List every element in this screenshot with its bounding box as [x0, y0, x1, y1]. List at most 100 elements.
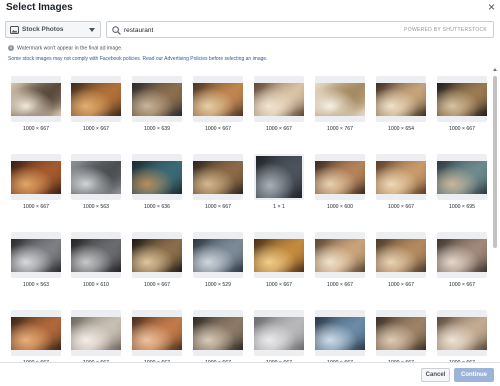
image-thumbnail-frame	[193, 310, 243, 356]
image-thumbnail-frame	[315, 310, 365, 356]
image-dimensions: 1000 × 667	[448, 126, 476, 132]
image-thumbnail-frame	[11, 154, 61, 200]
image-thumbnail-frame	[376, 232, 426, 278]
image-thumbnail	[437, 317, 487, 350]
image-thumbnail-frame	[254, 232, 304, 278]
image-thumbnail	[376, 317, 426, 350]
policy-notice[interactable]: Some stock images may not comply with Fa…	[8, 56, 268, 62]
image-thumbnail	[193, 317, 243, 350]
image-thumbnail-frame	[315, 76, 365, 122]
image-thumbnail	[376, 161, 426, 194]
scroll-up-icon[interactable]	[493, 68, 497, 71]
image-thumbnail-frame	[132, 232, 182, 278]
image-thumbnail	[254, 317, 304, 350]
continue-button[interactable]: Continue	[454, 368, 494, 382]
dialog-title: Select Images	[6, 2, 73, 13]
image-dimensions: 1000 × 654	[387, 126, 415, 132]
image-thumbnail	[11, 317, 61, 350]
image-grid: 1000 × 667 1000 × 667 1000 × 639 1000 × 667…	[0, 66, 492, 362]
watermark-notice: i Watermark won't appear in the final ad …	[8, 45, 122, 51]
dialog-header: Select Images ×	[0, 0, 500, 18]
image-dimensions: 1000 × 600	[326, 204, 354, 210]
image-thumbnail	[376, 239, 426, 272]
image-thumbnail-frame	[437, 232, 487, 278]
toolbar: Stock Photos POWERED BY SHUTTERSTOCK	[5, 21, 494, 38]
image-thumbnail	[315, 317, 365, 350]
image-dimensions: 1000 × 529	[204, 282, 232, 288]
image-thumbnail	[376, 83, 426, 116]
image-thumbnail-frame	[71, 76, 121, 122]
image-thumbnail-frame	[376, 310, 426, 356]
cancel-button[interactable]: Cancel	[421, 368, 450, 382]
close-icon[interactable]: ×	[488, 0, 495, 14]
image-dimensions: 1000 × 636	[143, 204, 171, 210]
image-thumbnail	[71, 317, 121, 350]
search-box: POWERED BY SHUTTERSTOCK	[106, 21, 494, 38]
image-thumbnail-frame	[315, 154, 365, 200]
powered-by-label: POWERED BY SHUTTERSTOCK	[404, 27, 487, 33]
image-dimensions: 1000 × 667	[22, 126, 50, 132]
image-thumbnail-frame	[71, 310, 121, 356]
image-thumbnail	[256, 156, 302, 198]
image-thumbnail-frame	[11, 310, 61, 356]
image-thumbnail-frame	[132, 154, 182, 200]
image-thumbnail-frame	[132, 76, 182, 122]
image-dimensions: 1000 × 667	[265, 282, 293, 288]
image-thumbnail-frame	[254, 310, 304, 356]
image-dimensions: 1000 × 639	[143, 126, 171, 132]
image-thumbnail-frame	[376, 76, 426, 122]
image-dimensions: 1000 × 667	[387, 282, 415, 288]
image-dimensions: 1000 × 667	[326, 282, 354, 288]
image-thumbnail	[11, 83, 61, 116]
image-thumbnail	[132, 161, 182, 194]
image-thumbnail-frame	[376, 154, 426, 200]
image-thumbnail-frame	[193, 154, 243, 200]
image-thumbnail	[254, 239, 304, 272]
image-thumbnail	[315, 83, 365, 116]
image-thumbnail	[11, 239, 61, 272]
image-dimensions: 1000 × 610	[82, 282, 110, 288]
image-thumbnail-frame	[437, 154, 487, 200]
image-thumbnail-frame	[71, 154, 121, 200]
image-thumbnail-frame	[254, 154, 304, 200]
image-dimensions: 1000 × 667	[204, 204, 232, 210]
image-dimensions: 1000 × 667	[82, 126, 110, 132]
image-thumbnail	[193, 83, 243, 116]
image-thumbnail	[132, 239, 182, 272]
image-thumbnail-frame	[71, 232, 121, 278]
image-thumbnail	[315, 239, 365, 272]
image-thumbnail-frame	[11, 232, 61, 278]
image-thumbnail	[11, 161, 61, 194]
chevron-down-icon	[89, 28, 95, 32]
search-icon	[112, 26, 121, 35]
image-thumbnail	[315, 161, 365, 194]
dialog-footer: Cancel Continue	[0, 362, 500, 386]
image-icon	[10, 26, 19, 34]
image-dimensions: 1000 × 767	[326, 126, 354, 132]
image-dimensions: 1000 × 667	[448, 282, 476, 288]
image-thumbnail	[193, 161, 243, 194]
image-dimensions: 1000 × 667	[265, 126, 293, 132]
search-input[interactable]	[124, 24, 364, 36]
image-thumbnail	[437, 239, 487, 272]
image-thumbnail-frame	[193, 76, 243, 122]
source-dropdown-label: Stock Photos	[22, 26, 64, 33]
image-thumbnail-frame	[437, 310, 487, 356]
image-thumbnail-frame	[254, 76, 304, 122]
image-dimensions: 1000 × 563	[82, 204, 110, 210]
image-thumbnail	[132, 317, 182, 350]
image-dimensions: 1000 × 667	[204, 126, 232, 132]
image-thumbnail	[437, 161, 487, 194]
image-dimensions: 1000 × 563	[22, 282, 50, 288]
source-dropdown[interactable]: Stock Photos	[5, 21, 101, 38]
image-thumbnail	[71, 161, 121, 194]
scrollbar[interactable]	[492, 66, 498, 362]
image-dimensions: 1000 × 667	[143, 282, 171, 288]
image-dimensions: 1000 × 667	[387, 204, 415, 210]
image-thumbnail-frame	[437, 76, 487, 122]
image-thumbnail-frame	[193, 232, 243, 278]
watermark-notice-text: Watermark won't appear in the final ad i…	[17, 45, 123, 52]
image-dimensions: 1000 × 667	[22, 204, 50, 210]
image-thumbnail-frame	[11, 76, 61, 122]
scrollbar-thumb[interactable]	[493, 76, 497, 248]
